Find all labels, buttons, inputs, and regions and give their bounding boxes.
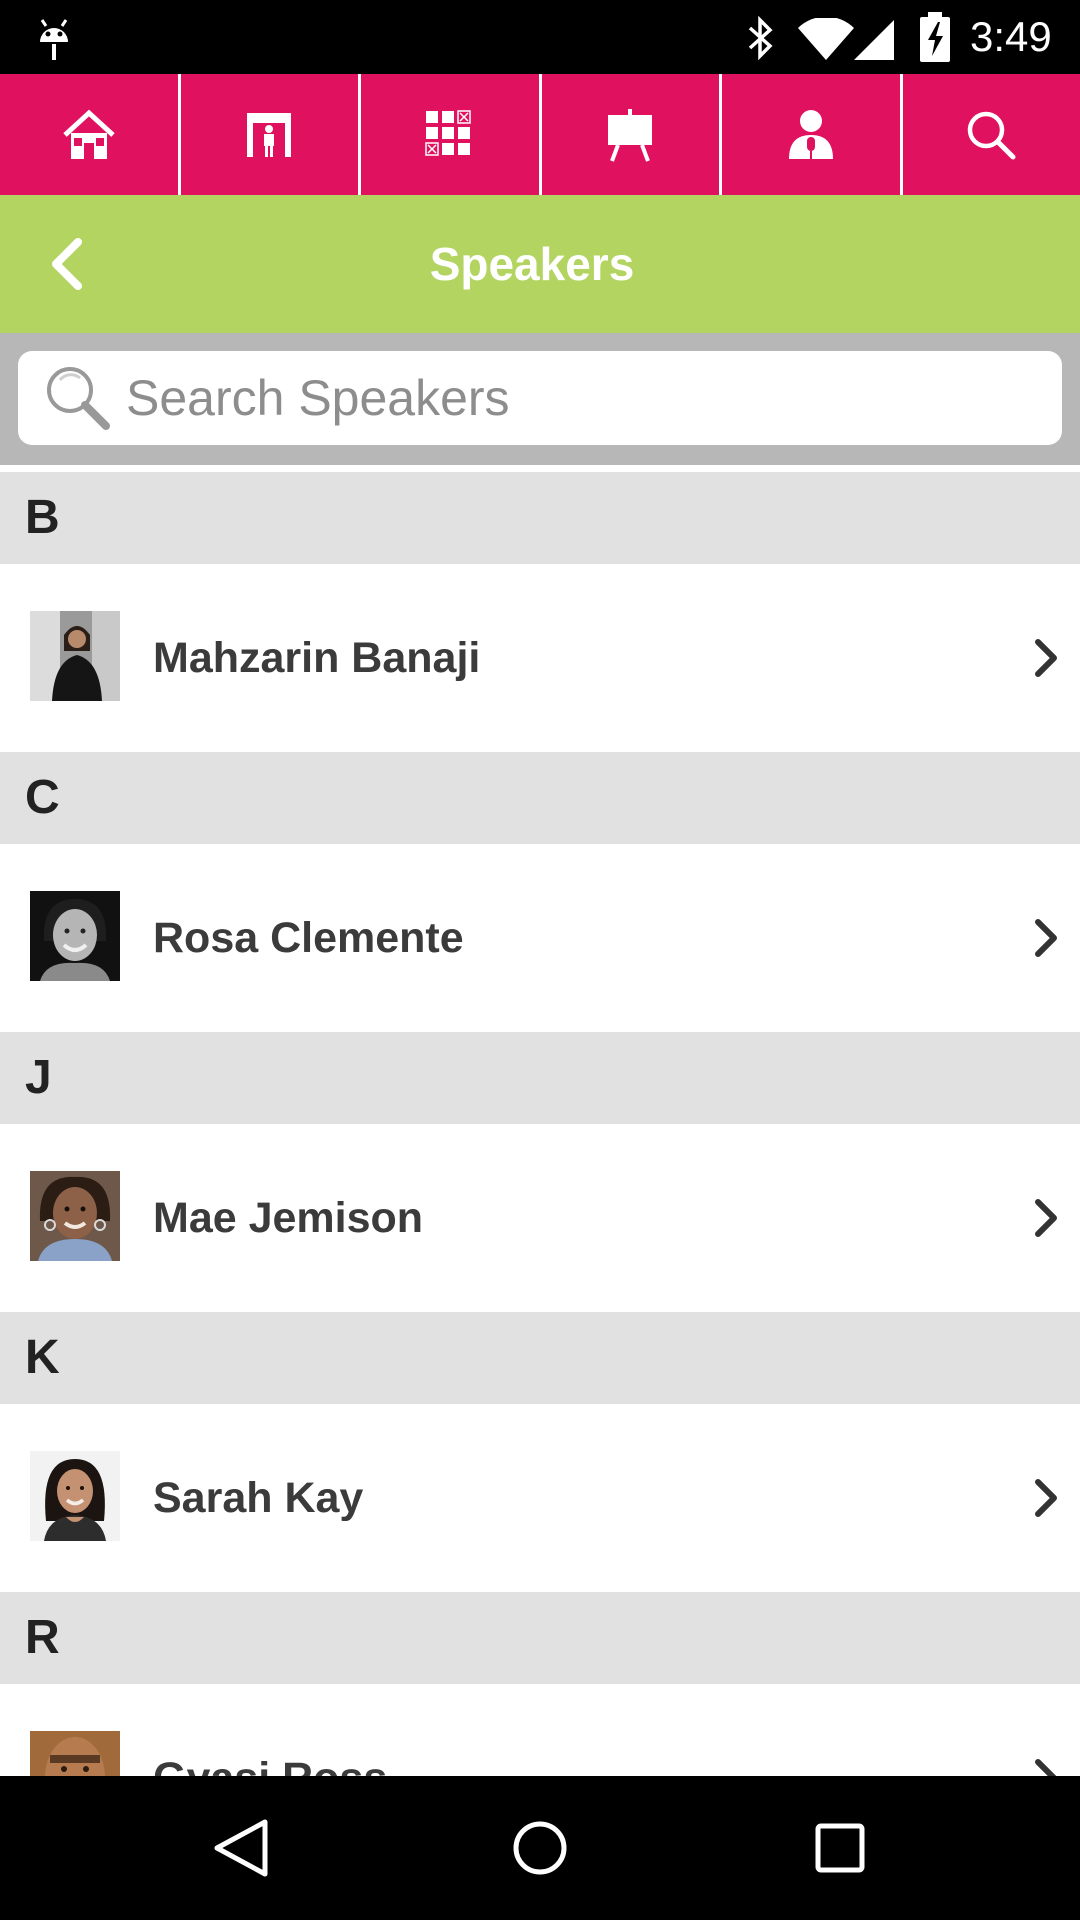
status-clock: 3:49	[970, 13, 1052, 60]
nav-search-button[interactable]	[903, 74, 1080, 195]
speaker-avatar	[30, 891, 120, 981]
chevron-right-icon	[1035, 919, 1057, 957]
speaker-name: Mae Jemison	[153, 1194, 424, 1242]
page-title: Speakers	[429, 238, 635, 290]
nav-speakers-button[interactable]	[722, 74, 903, 195]
battery-charging-icon	[920, 12, 950, 62]
speaker-avatar	[30, 611, 120, 701]
wifi-icon	[798, 18, 854, 60]
speaker-row-mae-jemison[interactable]: Mae Jemison	[0, 1124, 1080, 1312]
chevron-right-icon	[1035, 1199, 1057, 1237]
exhibitor-booth-icon	[247, 112, 292, 157]
search-icon	[968, 111, 1016, 159]
speaker-avatar	[30, 1731, 120, 1776]
section-header-c: C	[0, 752, 1080, 844]
page-header: Speakers	[0, 195, 1080, 333]
speaker-name: Sarah Kay	[153, 1474, 364, 1522]
speaker-name: Rosa Clemente	[153, 914, 464, 962]
nav-exhibitors-button[interactable]	[181, 74, 361, 195]
presentation-easel-icon	[608, 108, 653, 162]
search-speakers-input[interactable]	[124, 357, 1028, 439]
floor-map-icon	[425, 109, 471, 156]
search-field-container[interactable]	[18, 351, 1062, 445]
speaker-name: Gyasi Ross	[153, 1684, 387, 1776]
section-header-j: J	[0, 1032, 1080, 1124]
status-bar: 3:49	[0, 0, 1080, 74]
speaker-avatar	[30, 1171, 120, 1261]
section-header-r: R	[0, 1592, 1080, 1684]
recent-apps-square-icon[interactable]	[804, 1812, 876, 1884]
speaker-name: Mahzarin Banaji	[153, 634, 481, 682]
speaker-avatar	[30, 1451, 120, 1541]
chevron-right-icon	[1035, 1479, 1057, 1517]
top-nav-bar	[0, 74, 1080, 195]
cell-signal-icon	[854, 20, 894, 60]
bluetooth-icon	[748, 15, 773, 61]
back-triangle-icon[interactable]	[205, 1812, 277, 1884]
speaker-microphone-icon	[788, 109, 833, 159]
chevron-right-icon	[1035, 1759, 1057, 1776]
section-header-k: K	[0, 1312, 1080, 1404]
nav-floor-map-button[interactable]	[361, 74, 542, 195]
android-notification-icon	[40, 19, 68, 60]
search-bar	[0, 333, 1080, 465]
speaker-row-rosa-clemente[interactable]: Rosa Clemente	[0, 844, 1080, 1032]
speaker-row-mahzarin-banaji[interactable]: Mahzarin Banaji	[0, 564, 1080, 752]
speaker-row-sarah-kay[interactable]: Sarah Kay	[0, 1404, 1080, 1592]
nav-home-button[interactable]	[0, 74, 181, 195]
magnifier-icon	[47, 367, 110, 430]
nav-sessions-button[interactable]	[542, 74, 722, 195]
chevron-right-icon	[1035, 639, 1057, 677]
speakers-screen: 3:49 Speakers Search Speakers B Mahzarin…	[0, 0, 1080, 1920]
speaker-list: B Mahzarin Banaji C Rosa Clemente J Mae …	[0, 472, 1080, 1776]
chevron-left-icon	[52, 238, 82, 290]
speaker-row-gyasi-ross[interactable]: Gyasi Ross	[0, 1684, 1080, 1776]
home-circle-icon[interactable]	[504, 1812, 576, 1884]
home-icon	[63, 109, 115, 159]
system-nav-bar	[0, 1776, 1080, 1920]
back-button[interactable]	[36, 229, 96, 299]
section-header-b: B	[0, 472, 1080, 564]
